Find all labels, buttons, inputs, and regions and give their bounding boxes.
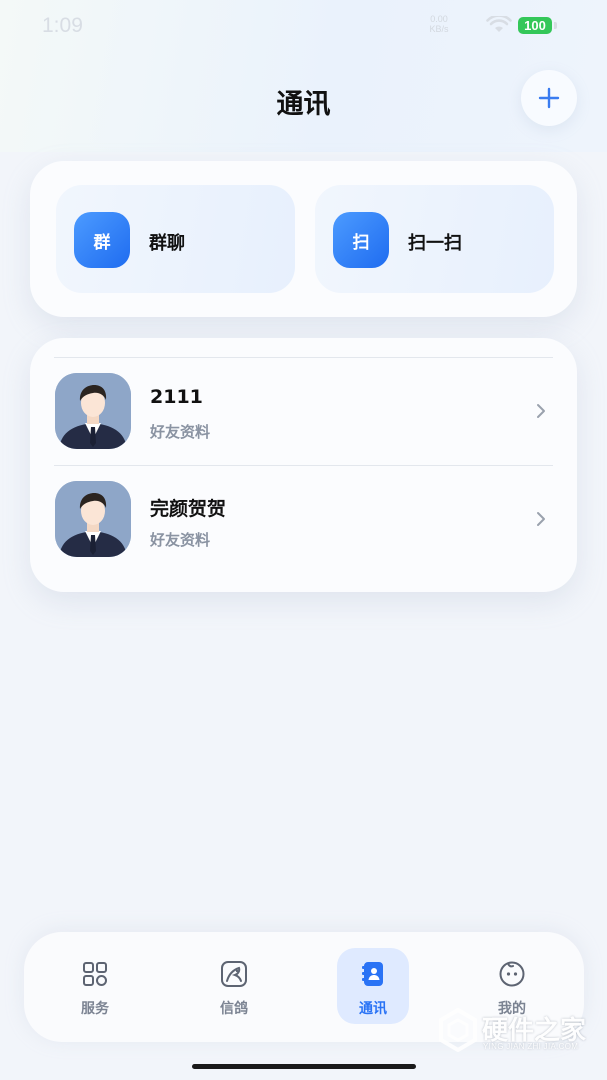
group-chat-button[interactable]: 群 群聊 [56, 185, 295, 293]
person-avatar-icon [55, 373, 131, 449]
chevron-right-icon [537, 512, 545, 526]
grid-icon [83, 962, 107, 986]
contacts-card: 2111 好友资料 完颜贺贺 好友资料 [30, 338, 577, 592]
contacts-book-icon [362, 962, 383, 986]
nav-item-pigeon[interactable]: 信鸽 [198, 948, 270, 1024]
contact-subtitle: 好友资料 [150, 423, 211, 441]
nav-item-contacts[interactable]: 通讯 [337, 948, 409, 1024]
nav-label: 服务 [81, 1001, 109, 1017]
nav-label: 信鸽 [220, 1001, 248, 1017]
nav-item-services[interactable]: 服务 [59, 948, 131, 1024]
watermark-subtext: YING JIAN ZHI JIA.COM [483, 1042, 579, 1051]
network-speed: 0.00 KB/s [429, 14, 449, 34]
battery-indicator: 100 [518, 17, 552, 34]
battery-tip [554, 22, 557, 29]
plus-icon [538, 87, 560, 109]
contact-name: 2111 [150, 386, 203, 408]
smiley-face-icon [499, 961, 525, 987]
scan-button[interactable]: 扫 扫一扫 [315, 185, 554, 293]
scan-icon: 扫 [333, 212, 389, 268]
contact-row[interactable]: 2111 好友资料 [30, 358, 577, 464]
pigeon-icon [221, 961, 247, 987]
contact-name: 完颜贺贺 [150, 498, 227, 520]
watermark: 硬件之家 YING JIAN ZHI JIA.COM [436, 1006, 596, 1056]
wifi-icon [486, 16, 512, 32]
scan-label: 扫一扫 [408, 233, 462, 254]
avatar [55, 481, 131, 557]
add-button[interactable] [521, 70, 577, 126]
contact-row[interactable]: 完颜贺贺 好友资料 [30, 466, 577, 572]
watermark-logo-icon [439, 1008, 477, 1052]
status-bar: 1:09 0.00 KB/s 100 [0, 0, 607, 52]
avatar [55, 373, 131, 449]
group-chat-label: 群聊 [149, 233, 185, 254]
status-time: 1:09 [42, 14, 83, 37]
page-title: 通讯 [276, 89, 331, 120]
group-chat-icon: 群 [74, 212, 130, 268]
chevron-right-icon [537, 404, 545, 418]
person-avatar-icon [55, 481, 131, 557]
contact-subtitle: 好友资料 [150, 531, 211, 549]
home-indicator[interactable] [192, 1064, 416, 1069]
quick-actions-card: 群 群聊 扫 扫一扫 [30, 161, 577, 317]
nav-label: 通讯 [359, 1001, 387, 1017]
